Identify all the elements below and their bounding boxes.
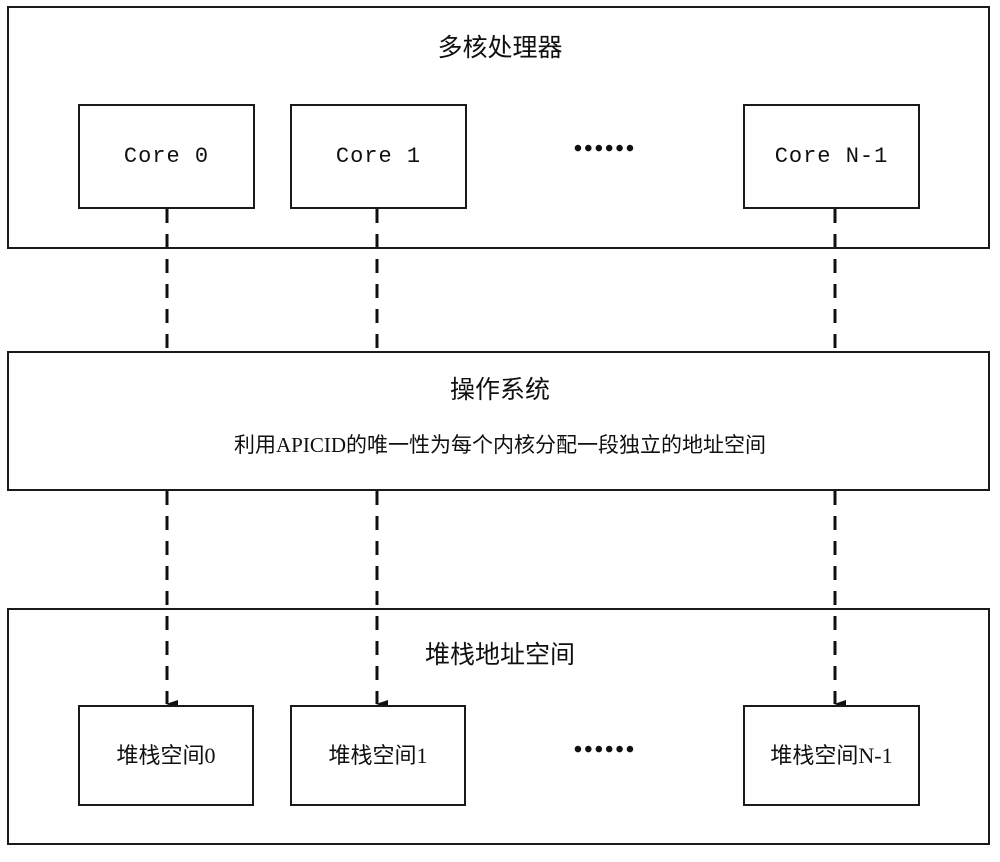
stack-box-1: 堆栈空间1 <box>290 705 466 806</box>
diagram-canvas: 多核处理器 Core 0 Core 1 •••••• Core N-1 操作系统… <box>0 0 1000 862</box>
stack-label-0: 堆栈空间0 <box>116 742 216 768</box>
os-section-title: 操作系统 <box>449 377 550 404</box>
stack-label-1: 堆栈空间1 <box>328 742 428 768</box>
core-label-1: Core 1 <box>335 143 422 169</box>
stack-box-n-1: 堆栈空间N-1 <box>743 705 920 806</box>
os-section-description: 利用APICID的唯一性为每个内核分配一段独立的地址空间 <box>233 433 766 457</box>
core-label-0: Core 0 <box>123 143 210 169</box>
core-box-n-1: Core N-1 <box>743 104 920 209</box>
os-section <box>7 351 990 491</box>
stack-ellipsis: •••••• <box>573 737 637 763</box>
processor-ellipsis: •••••• <box>573 136 637 162</box>
core-box-0: Core 0 <box>78 104 255 209</box>
core-box-1: Core 1 <box>290 104 467 209</box>
core-label-n-1: Core N-1 <box>774 143 889 169</box>
stack-section-title: 堆栈地址空间 <box>424 642 575 669</box>
stack-label-n-1: 堆栈空间N-1 <box>770 742 893 768</box>
stack-box-0: 堆栈空间0 <box>78 705 254 806</box>
processor-section-title: 多核处理器 <box>437 35 563 62</box>
